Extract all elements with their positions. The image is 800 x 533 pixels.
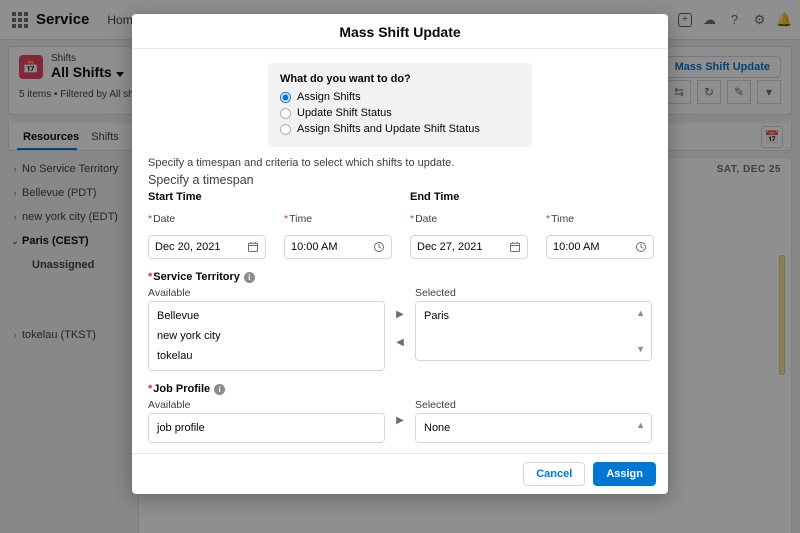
clock-icon bbox=[373, 241, 385, 253]
modal-body: What do you want to do? Assign Shifts Up… bbox=[132, 49, 668, 443]
app-root: Service Home + ☁ ? ⚙ 🔔 📅 Shifts All Shif… bbox=[0, 0, 800, 533]
cancel-button[interactable]: Cancel bbox=[523, 462, 585, 486]
move-right-button[interactable]: ▶ bbox=[394, 308, 406, 320]
selected-label: Selected bbox=[415, 397, 652, 413]
start-date-input[interactable]: Dec 20, 2021 bbox=[148, 235, 266, 259]
radio-update-status[interactable]: Update Shift Status bbox=[280, 105, 520, 121]
modal-title: Mass Shift Update bbox=[132, 14, 668, 49]
info-icon[interactable]: i bbox=[214, 384, 225, 395]
move-up-button[interactable]: ▲ bbox=[636, 420, 645, 430]
move-left-button[interactable]: ◀ bbox=[394, 336, 406, 348]
list-item[interactable]: tokelau bbox=[149, 346, 384, 366]
radio-assign-and-update[interactable]: Assign Shifts and Update Shift Status bbox=[280, 121, 520, 137]
list-item[interactable]: Paris bbox=[416, 306, 651, 326]
available-label: Available bbox=[148, 285, 385, 301]
job-profile-picker: Available job profile ▶ Selected None ▲ bbox=[148, 397, 652, 443]
service-territory-picker: Available Bellevue new york city tokelau… bbox=[148, 285, 652, 371]
action-selection-box: What do you want to do? Assign Shifts Up… bbox=[268, 63, 532, 147]
start-time-label: Start Time bbox=[148, 191, 392, 203]
territory-selected-list[interactable]: Paris ▲ ▼ bbox=[415, 301, 652, 361]
radio-icon bbox=[280, 108, 291, 119]
start-time-sublabel: Time bbox=[284, 213, 392, 225]
radio-assign-shifts[interactable]: Assign Shifts bbox=[280, 89, 520, 105]
move-right-button[interactable]: ▶ bbox=[394, 414, 406, 426]
modal-overlay: Mass Shift Update What do you want to do… bbox=[0, 0, 800, 533]
end-time-sublabel: Time bbox=[546, 213, 654, 225]
mass-shift-update-modal: Mass Shift Update What do you want to do… bbox=[132, 14, 668, 494]
end-time-input[interactable]: 10:00 AM bbox=[546, 235, 654, 259]
radio-icon bbox=[280, 92, 291, 103]
list-item[interactable]: None bbox=[416, 418, 651, 438]
list-item[interactable]: Bellevue bbox=[149, 306, 384, 326]
move-up-button[interactable]: ▲ bbox=[636, 308, 645, 318]
clock-icon bbox=[635, 241, 647, 253]
job-selected-list[interactable]: None ▲ bbox=[415, 413, 652, 443]
end-date-label: Date bbox=[410, 213, 528, 225]
action-question: What do you want to do? bbox=[280, 73, 520, 85]
end-time-label: End Time bbox=[410, 191, 654, 203]
timespan-header: Specify a timespan bbox=[148, 173, 652, 187]
end-date-input[interactable]: Dec 27, 2021 bbox=[410, 235, 528, 259]
start-time-input[interactable]: 10:00 AM bbox=[284, 235, 392, 259]
job-profile-label: Job Profile bbox=[148, 383, 210, 395]
calendar-icon bbox=[509, 241, 521, 253]
list-item[interactable]: new york city bbox=[149, 326, 384, 346]
calendar-icon bbox=[247, 241, 259, 253]
modal-footer: Cancel Assign bbox=[132, 453, 668, 494]
service-territory-label: Service Territory bbox=[148, 271, 240, 283]
territory-available-list[interactable]: Bellevue new york city tokelau bbox=[148, 301, 385, 371]
radio-icon bbox=[280, 124, 291, 135]
job-available-list[interactable]: job profile bbox=[148, 413, 385, 443]
selected-label: Selected bbox=[415, 285, 652, 301]
instruction-text: Specify a timespan and criteria to selec… bbox=[148, 157, 652, 169]
assign-button[interactable]: Assign bbox=[593, 462, 656, 486]
info-icon[interactable]: i bbox=[244, 272, 255, 283]
list-item[interactable]: job profile bbox=[149, 418, 384, 438]
move-down-button[interactable]: ▼ bbox=[636, 344, 645, 354]
available-label: Available bbox=[148, 397, 385, 413]
start-date-label: Date bbox=[148, 213, 266, 225]
